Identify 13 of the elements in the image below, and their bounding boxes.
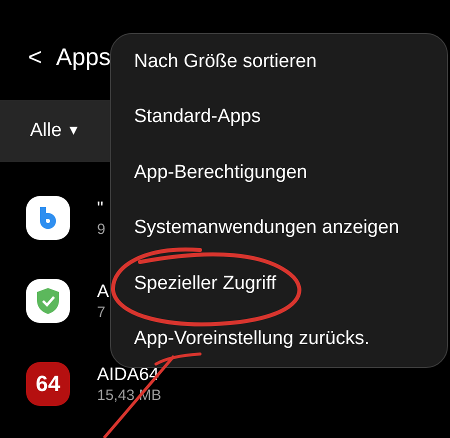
menu-item[interactable]: Systemanwendungen anzeigen	[111, 200, 447, 256]
back-button[interactable]: <	[28, 46, 42, 70]
app-icon[interactable]	[26, 196, 70, 240]
menu-item[interactable]: Nach Größe sortieren	[111, 34, 447, 90]
app-icon[interactable]	[26, 362, 70, 406]
app-name: "	[97, 196, 104, 220]
app-name: A	[97, 280, 110, 302]
shield-icon[interactable]	[26, 278, 70, 322]
app-size: 7	[97, 302, 106, 322]
app-size: 9	[97, 220, 106, 240]
menu-item[interactable]: Spezieller Zugriff	[111, 256, 447, 312]
page-title: Apps	[56, 46, 111, 70]
logo-text: 64	[36, 372, 60, 394]
